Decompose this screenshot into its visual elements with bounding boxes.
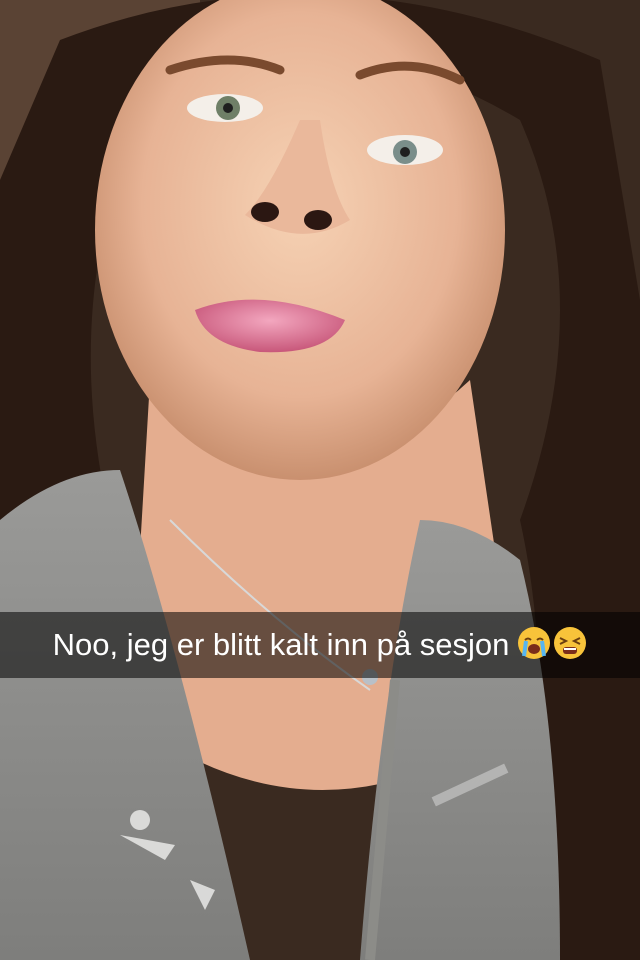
snap-caption: Noo, jeg er blitt kalt inn på sesjon: [52, 627, 510, 662]
caption-bar: Noo, jeg er blitt kalt inn på sesjon: [0, 612, 640, 678]
tired-face-icon: [553, 626, 587, 665]
snap-photo: [0, 0, 640, 960]
loudly-crying-face-icon: [517, 626, 551, 665]
selfie-photo: [0, 0, 640, 960]
